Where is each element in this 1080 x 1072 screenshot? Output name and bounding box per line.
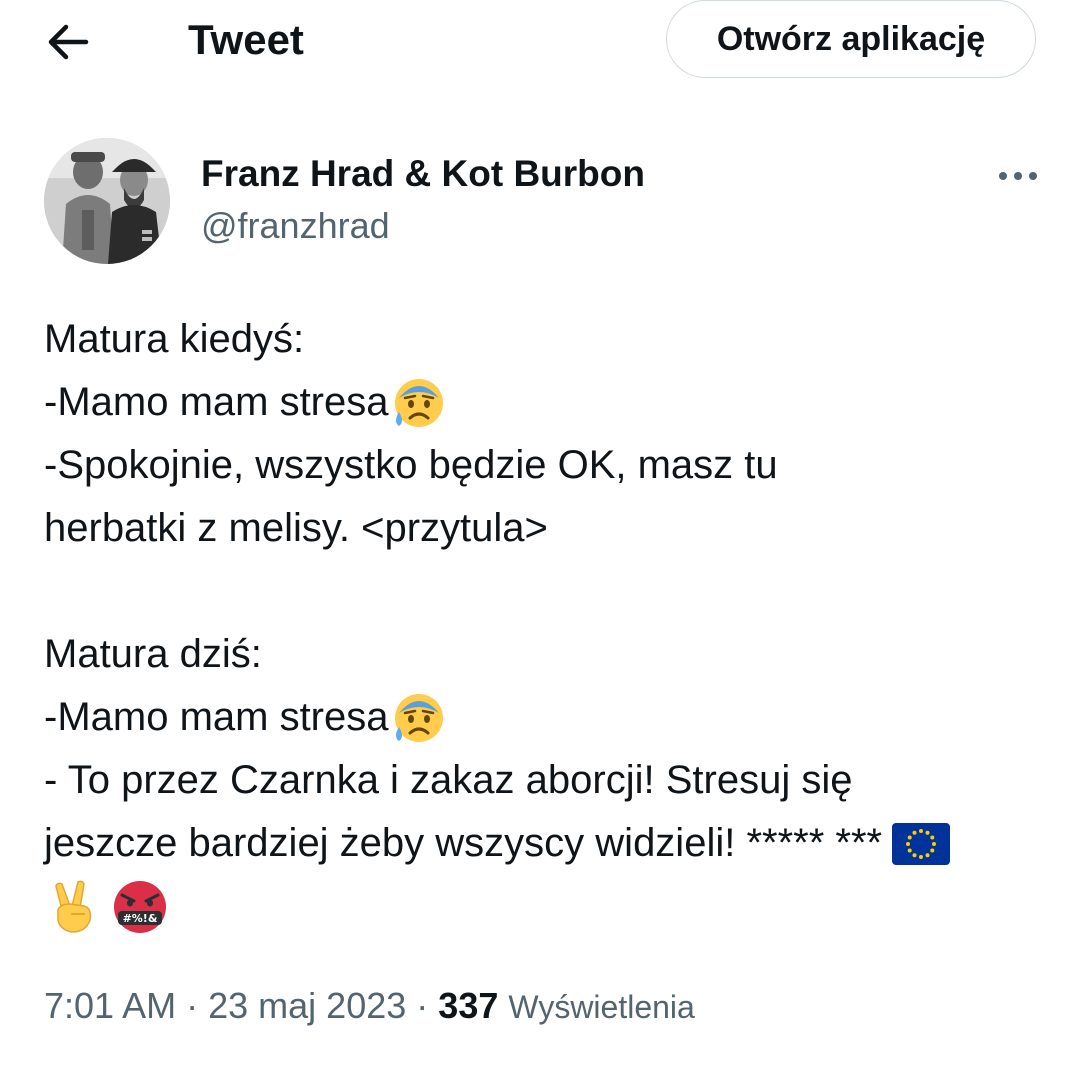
back-button[interactable] xyxy=(40,14,96,70)
meta-separator: · xyxy=(186,985,199,1026)
tweet-line: -Mamo mam stresa xyxy=(44,686,1044,749)
tweet-time[interactable]: 7:01 AM xyxy=(44,985,176,1026)
tweet-meta: 7:01 AM · 23 maj 2023 · 337 Wyświetlenia xyxy=(44,978,695,1035)
views-label: Wyświetlenia xyxy=(508,989,695,1025)
avatar[interactable] xyxy=(44,138,170,264)
face-with-symbols-on-mouth-icon: #%!& xyxy=(114,880,166,933)
tweet-author: Franz Hrad & Kot Burbon @franzhrad xyxy=(44,138,1044,268)
more-horizontal-icon xyxy=(999,172,1037,180)
page-title: Tweet xyxy=(188,16,304,63)
author-display-name[interactable]: Franz Hrad & Kot Burbon xyxy=(201,152,645,196)
victory-hand-icon xyxy=(55,880,92,933)
tweet-line: -Spokojnie, wszystko będzie OK, masz tu xyxy=(44,443,778,487)
anxious-face-with-sweat-icon xyxy=(394,693,443,742)
arrow-left-icon xyxy=(48,24,89,60)
tweet-text: Matura kiedyś: -Mamo mam stresa -Spokojn… xyxy=(44,308,1044,938)
views-count: 337 xyxy=(438,985,499,1026)
top-bar: Tweet Otwórz aplikację xyxy=(0,0,1080,80)
author-handle[interactable]: @franzhrad xyxy=(201,204,390,248)
open-app-button[interactable]: Otwórz aplikację xyxy=(666,0,1036,78)
tweet-line: herbatki z melisy. <przytula> xyxy=(44,506,548,550)
tweet-line: -Mamo mam stresa xyxy=(44,371,1044,434)
tweet-line: #%!& xyxy=(44,875,1044,938)
anxious-face-with-sweat-icon xyxy=(394,378,443,427)
meta-separator: · xyxy=(416,985,429,1026)
tweet-date[interactable]: 23 maj 2023 xyxy=(208,985,406,1026)
avatar-image xyxy=(44,138,170,264)
svg-text:#%!&: #%!& xyxy=(123,912,158,925)
tweet-line: Matura dziś: xyxy=(44,632,262,676)
tweet-line: jeszcze bardziej żeby wszyscy widzieli! … xyxy=(44,812,1044,875)
tweet-line: Matura kiedyś: xyxy=(44,317,305,361)
more-options-button[interactable] xyxy=(988,156,1048,196)
eu-flag-icon xyxy=(892,822,951,865)
tweet-line: - To przez Czarnka i zakaz aborcji! Stre… xyxy=(44,758,853,802)
